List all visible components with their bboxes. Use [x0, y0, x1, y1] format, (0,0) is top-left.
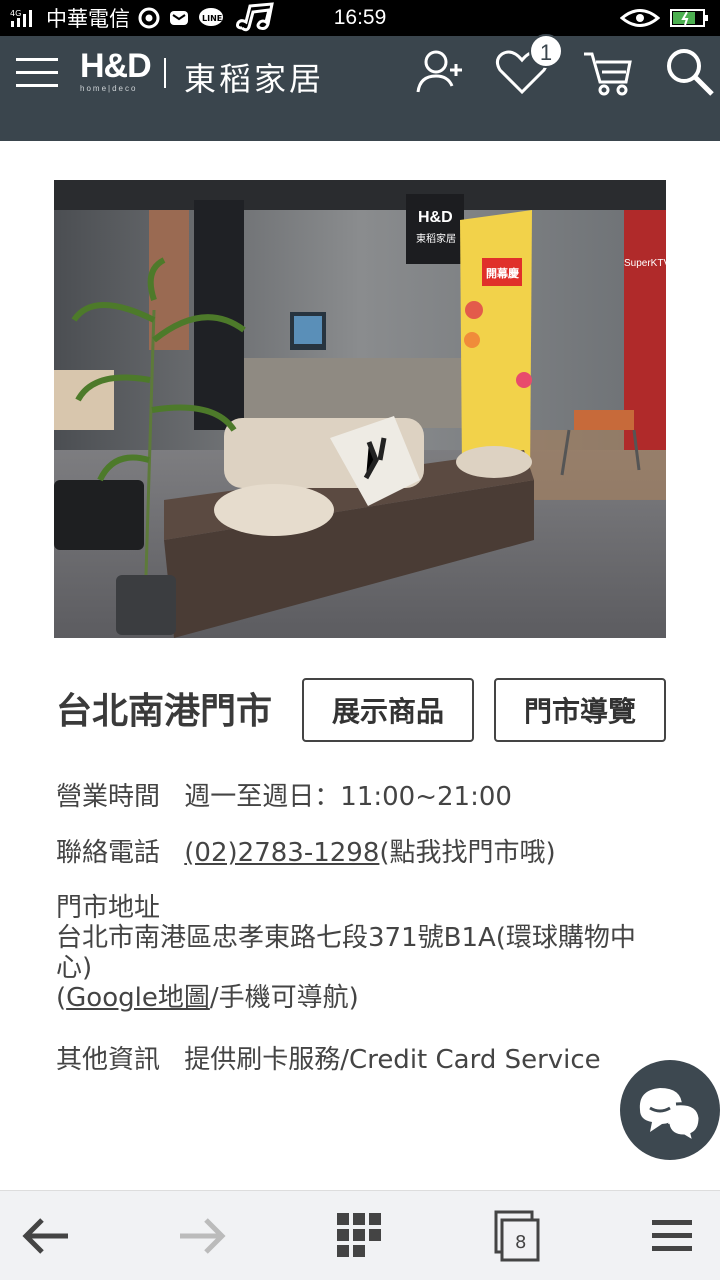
store-tour-button[interactable]: 門市導覽 — [494, 678, 666, 742]
store-address-row: 門市地址 台北市南港區忠孝東路七段371號B1A(環球購物中心) (Google… — [56, 893, 656, 1013]
apps-grid-icon[interactable] — [330, 1209, 390, 1263]
map-prefix: ( — [56, 983, 67, 1013]
store-photo: H&D 東稻家居 開幕慶 SuperKTV — [54, 180, 666, 638]
svg-text:SuperKTV: SuperKTV — [624, 258, 666, 269]
tabs-count-icon[interactable]: 8 — [488, 1209, 548, 1263]
search-icon[interactable] — [664, 46, 716, 103]
browser-menu-icon[interactable] — [642, 1209, 702, 1263]
phone-note: (點我找門市哦) — [379, 838, 556, 868]
hours-value: 週一至週日：11:00~21:00 — [184, 782, 512, 812]
phone-link[interactable]: (02)2783-1298 — [184, 838, 379, 868]
phone-label: 聯絡電話 — [56, 838, 161, 868]
map-note: /手機可導航) — [209, 983, 359, 1013]
mail-icon — [168, 7, 190, 29]
eye-icon — [620, 7, 660, 29]
site-header: H&D home|deco 東稻家居 1 — [0, 34, 720, 141]
other-info-label: 其他資訊 — [56, 1045, 161, 1075]
forward-arrow-icon[interactable] — [172, 1209, 232, 1263]
hours-label: 營業時間 — [56, 782, 161, 812]
shopping-cart-icon[interactable] — [582, 46, 634, 103]
view-products-button[interactable]: 展示商品 — [302, 678, 474, 742]
signal-icon: 4G — [10, 7, 38, 29]
brand-name[interactable]: 東稻家居 — [184, 54, 324, 100]
google-map-link[interactable]: Google地圖 — [66, 983, 210, 1013]
svg-text:8: 8 — [515, 1232, 526, 1253]
svg-text:東稻家居: 東稻家居 — [416, 232, 456, 245]
account-add-icon[interactable] — [414, 46, 466, 103]
chat-button[interactable] — [620, 1060, 720, 1160]
svg-text:LINE: LINE — [202, 14, 222, 23]
store-hours-row: 營業時間 週一至週日：11:00~21:00 — [56, 782, 512, 812]
chrome-icon — [138, 7, 160, 29]
store-name: 台北南港門市 — [56, 691, 273, 732]
other-info-value: 提供刷卡服務/Credit Card Service — [184, 1045, 601, 1075]
site-logo[interactable]: H&D home|deco — [80, 46, 152, 93]
svg-text:H&D: H&D — [418, 209, 453, 226]
battery-icon — [670, 7, 710, 29]
svg-text:4G: 4G — [10, 9, 21, 18]
back-arrow-icon[interactable] — [16, 1209, 76, 1263]
store-phone-row: 聯絡電話 (02)2783-1298(點我找門市哦) — [56, 838, 556, 868]
store-other-info-row: 其他資訊 提供刷卡服務/Credit Card Service — [56, 1045, 601, 1075]
status-bar: 4G 中華電信 LINE 16:59 — [0, 0, 720, 36]
address-label: 門市地址 — [56, 893, 161, 923]
svg-text:開幕慶: 開幕慶 — [486, 266, 519, 280]
hamburger-menu-icon[interactable] — [16, 52, 60, 92]
logo-divider — [164, 58, 166, 88]
music-icon — [232, 2, 276, 34]
chat-icon — [639, 1088, 702, 1146]
address-value: 台北市南港區忠孝東路七段371號B1A(環球購物中心) — [56, 923, 636, 983]
browser-bottom-bar: 8 — [0, 1190, 720, 1280]
wishlist-count-badge: 1 — [529, 34, 563, 68]
carrier-name: 中華電信 — [46, 8, 130, 31]
line-app-icon: LINE — [198, 7, 224, 29]
